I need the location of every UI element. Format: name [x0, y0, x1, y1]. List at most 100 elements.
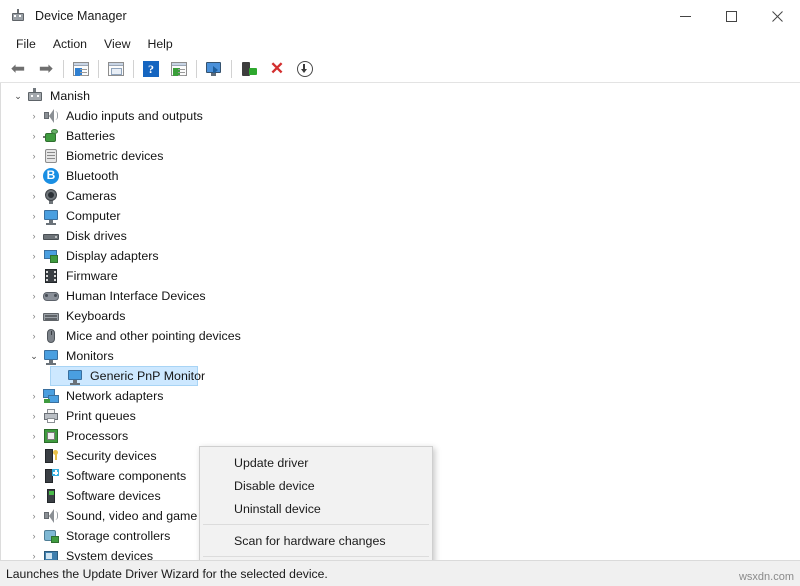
chevron-right-icon[interactable]: › [26, 186, 42, 206]
firmware-chip-icon [42, 267, 60, 285]
tree-item[interactable]: ›Mice and other pointing devices [1, 326, 800, 346]
tree-item-label: Monitors [66, 349, 114, 363]
console-tree-icon [72, 60, 90, 78]
question-mark-icon: ? [142, 60, 160, 78]
tree-item[interactable]: ›Audio inputs and outputs [1, 106, 800, 126]
chevron-right-icon[interactable]: › [26, 546, 42, 560]
tree-item-label: Firmware [66, 269, 118, 283]
menu-file[interactable]: File [8, 35, 44, 53]
tree-item-label: Manish [50, 89, 90, 103]
keyboard-icon [42, 307, 60, 325]
context-update-driver[interactable]: Update driver [200, 451, 432, 474]
context-scan-for-hardware-changes[interactable]: Scan for hardware changes [200, 529, 432, 552]
tree-item-label: Computer [66, 209, 121, 223]
chevron-right-icon[interactable]: › [26, 446, 42, 466]
scan-for-hardware-changes-button[interactable] [200, 57, 228, 81]
software-component-icon [42, 467, 60, 485]
tree-item-label: Biometric devices [66, 149, 163, 163]
tree-item[interactable]: ⌄ Monitors [1, 346, 800, 366]
tree-item[interactable]: › Firmware [1, 266, 800, 286]
red-x-icon: ✕ [268, 60, 286, 78]
chevron-right-icon[interactable]: › [26, 486, 42, 506]
show-hide-console-tree-button[interactable] [67, 57, 95, 81]
battery-icon [42, 127, 60, 145]
tree-item[interactable]: ›Keyboards [1, 306, 800, 326]
chevron-right-icon[interactable]: › [26, 246, 42, 266]
action-pane-icon [170, 60, 188, 78]
display-adapter-icon [42, 247, 60, 265]
tree-item[interactable]: ›Batteries [1, 126, 800, 146]
speaker-icon [42, 507, 60, 525]
mouse-icon [42, 327, 60, 345]
context-disable-device[interactable]: Disable device [200, 474, 432, 497]
chevron-right-icon[interactable]: › [26, 286, 42, 306]
tree-item-label: Generic PnP Monitor [90, 369, 205, 383]
uninstall-device-button[interactable]: ✕ [263, 57, 291, 81]
show-hide-action-pane-button[interactable] [165, 57, 193, 81]
menu-view[interactable]: View [96, 35, 138, 53]
tree-item[interactable]: ›Processors [1, 426, 800, 446]
chevron-right-icon[interactable]: › [26, 466, 42, 486]
context-menu[interactable]: Update driverDisable deviceUninstall dev… [199, 446, 433, 560]
window-controls [662, 0, 800, 32]
tree-item[interactable]: ›Human Interface Devices [1, 286, 800, 306]
tree-item[interactable]: ⌄ Manish [1, 86, 800, 106]
tree-item[interactable]: › Network adapters [1, 386, 800, 406]
menu-action[interactable]: Action [45, 35, 95, 53]
chevron-right-icon[interactable]: › [26, 226, 42, 246]
tree-item-label: Storage controllers [66, 529, 170, 543]
network-adapter-icon [42, 387, 60, 405]
device-tree-pane[interactable]: ⌄ Manish ›Audio inputs and outputs›Batteri… [0, 83, 800, 560]
tree-item[interactable]: ›Generic PnP Monitor [1, 366, 800, 386]
minimize-button[interactable] [662, 0, 708, 32]
help-button[interactable]: ? [137, 57, 165, 81]
tree-item[interactable]: › Biometric devices [1, 146, 800, 166]
tree-item[interactable]: › Disk drives [1, 226, 800, 246]
tree-item[interactable]: ›Cameras [1, 186, 800, 206]
disable-device-button[interactable] [291, 57, 319, 81]
chevron-right-icon[interactable]: › [26, 406, 42, 426]
close-button[interactable] [754, 0, 800, 32]
chevron-right-icon[interactable]: › [26, 306, 42, 326]
chevron-right-icon[interactable]: › [26, 426, 42, 446]
maximize-button[interactable] [708, 0, 754, 32]
toolbar-separator [63, 60, 64, 78]
chevron-right-icon[interactable]: › [26, 266, 42, 286]
context-uninstall-device[interactable]: Uninstall device [200, 497, 432, 520]
chevron-right-icon[interactable]: › [26, 326, 42, 346]
chevron-right-icon[interactable]: › [26, 106, 42, 126]
tree-item-label: Disk drives [66, 229, 127, 243]
speaker-icon [42, 107, 60, 125]
chevron-right-icon[interactable]: › [26, 126, 42, 146]
camera-icon [42, 187, 60, 205]
toolbar: ⬅ ➡ ? [0, 55, 800, 83]
chevron-right-icon[interactable]: › [26, 386, 42, 406]
bluetooth-icon: B [42, 167, 60, 185]
device-manager-icon [10, 8, 26, 24]
properties-toolbar-button[interactable] [102, 57, 130, 81]
status-text: Launches the Update Driver Wizard for th… [6, 567, 328, 581]
right-arrow-icon: ➡ [37, 60, 55, 78]
chevron-right-icon[interactable]: › [26, 206, 42, 226]
storage-controller-icon [42, 527, 60, 545]
tree-item[interactable]: ›BBluetooth [1, 166, 800, 186]
chevron-right-icon[interactable]: › [26, 526, 42, 546]
tree-item[interactable]: ›Display adapters [1, 246, 800, 266]
back-button[interactable]: ⬅ [4, 57, 32, 81]
chevron-right-icon[interactable]: › [26, 506, 42, 526]
device-manager-window: Device Manager File Action View Help ⬅ ➡ [0, 0, 800, 586]
forward-button[interactable]: ➡ [32, 57, 60, 81]
tree-item[interactable]: › Computer [1, 206, 800, 226]
chevron-down-icon[interactable]: ⌄ [26, 346, 42, 366]
toolbar-separator [133, 60, 134, 78]
chevron-right-icon[interactable]: › [26, 166, 42, 186]
tree-item-label: Network adapters [66, 389, 163, 403]
chevron-right-icon[interactable]: › [26, 146, 42, 166]
update-driver-button[interactable] [235, 57, 263, 81]
window-title: Device Manager [35, 9, 127, 23]
tree-item[interactable]: ›Print queues [1, 406, 800, 426]
software-device-icon [42, 487, 60, 505]
menu-help[interactable]: Help [139, 35, 180, 53]
toolbar-separator [98, 60, 99, 78]
chevron-down-icon[interactable]: ⌄ [10, 86, 26, 106]
